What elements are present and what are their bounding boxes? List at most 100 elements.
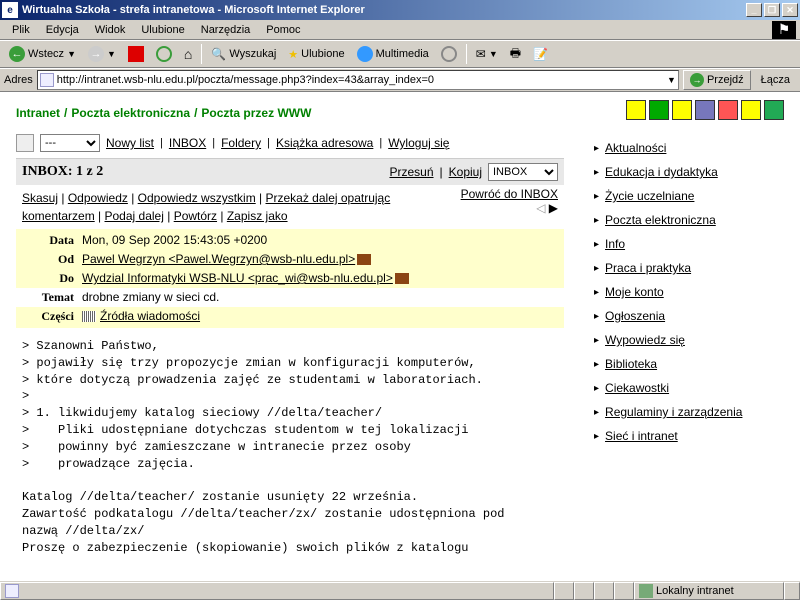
window-titlebar: e Wirtualna Szkoła - strefa intranetowa … bbox=[0, 0, 800, 20]
status-bar: Lokalny intranet bbox=[0, 580, 800, 600]
target-folder-select[interactable]: INBOX bbox=[488, 163, 558, 181]
save-link[interactable]: Zapisz jako bbox=[227, 209, 288, 223]
menu-help[interactable]: Pomoc bbox=[258, 22, 308, 38]
delete-link[interactable]: Skasuj bbox=[22, 191, 58, 205]
sidebar-item[interactable]: Moje konto bbox=[605, 285, 664, 299]
go-button[interactable]: →Przejdź bbox=[683, 70, 751, 90]
sidebar-item[interactable]: Praca i praktyka bbox=[605, 261, 691, 275]
compose-icon[interactable] bbox=[16, 134, 34, 152]
icon-1[interactable] bbox=[626, 100, 646, 120]
status-cell bbox=[614, 582, 634, 600]
top-icon-row bbox=[626, 100, 784, 120]
addressbook-icon[interactable] bbox=[357, 254, 371, 265]
bullet-icon: ▸ bbox=[594, 431, 599, 442]
status-cell bbox=[554, 582, 574, 600]
bullet-icon: ▸ bbox=[594, 407, 599, 418]
refresh-button[interactable] bbox=[151, 43, 177, 65]
minimize-button[interactable]: _ bbox=[746, 3, 762, 17]
edit-button[interactable]: 📝 bbox=[528, 43, 553, 65]
repeat-link[interactable]: Powtórz bbox=[174, 209, 217, 223]
sidebar: ▸ Aktualności ▸ Edukacja i dydaktyka ▸ Życi… bbox=[594, 128, 784, 566]
inbox-header: INBOX: 1 z 2 Przesuń| Kopiuj INBOX bbox=[16, 159, 564, 185]
links-label[interactable]: Łącza bbox=[755, 74, 796, 86]
from-label: Od bbox=[22, 252, 82, 267]
sidebar-item[interactable]: Edukacja i dydaktyka bbox=[605, 165, 718, 179]
message-headers: DataMon, 09 Sep 2002 15:43:05 +0200 OdPa… bbox=[16, 229, 564, 328]
icon-5[interactable] bbox=[718, 100, 738, 120]
prev-arrow-icon[interactable]: ◁ bbox=[536, 201, 545, 215]
ie-flag-icon: ⚑ bbox=[772, 21, 796, 39]
reply-link[interactable]: Odpowiedz bbox=[68, 191, 128, 205]
message-actions: Skasuj | Odpowiedz | Odpowiedz wszystkim… bbox=[16, 185, 454, 229]
logout-link[interactable]: Wyloguj się bbox=[388, 136, 449, 150]
icon-6[interactable] bbox=[741, 100, 761, 120]
sidebar-item[interactable]: Poczta elektroniczna bbox=[605, 213, 716, 227]
sidebar-item[interactable]: Info bbox=[605, 237, 625, 251]
sidebar-item[interactable]: Biblioteka bbox=[605, 357, 657, 371]
to-value[interactable]: Wydzial Informatyki WSB-NLU <prac_wi@wsb… bbox=[82, 271, 393, 285]
sidebar-item[interactable]: Regulaminy i zarządzenia bbox=[605, 405, 742, 419]
bullet-icon: ▸ bbox=[594, 287, 599, 298]
address-dropdown-icon[interactable]: ▼ bbox=[667, 75, 676, 85]
bullet-icon: ▸ bbox=[594, 143, 599, 154]
home-icon[interactable] bbox=[764, 100, 784, 120]
message-body: > Szanowni Państwo, > pojawiły się trzy … bbox=[16, 328, 564, 566]
folders-link[interactable]: Foldery bbox=[221, 136, 261, 150]
sidebar-item[interactable]: Ogłoszenia bbox=[605, 309, 665, 323]
bullet-icon: ▸ bbox=[594, 215, 599, 226]
forward-button[interactable]: →▼ bbox=[83, 43, 121, 65]
menu-view[interactable]: Widok bbox=[87, 22, 134, 38]
back-button[interactable]: ←Wstecz▼ bbox=[4, 43, 81, 65]
history-button[interactable] bbox=[436, 43, 462, 65]
source-link[interactable]: Źródła wiadomości bbox=[100, 309, 200, 323]
bullet-icon: ▸ bbox=[594, 359, 599, 370]
sidebar-item[interactable]: Wypowiedz się bbox=[605, 333, 685, 347]
page-icon bbox=[40, 73, 54, 87]
address-input[interactable]: http://intranet.wsb-nlu.edu.pl/poczta/me… bbox=[37, 70, 679, 90]
icon-2[interactable] bbox=[649, 100, 669, 120]
media-button[interactable]: Multimedia bbox=[352, 43, 434, 65]
icon-3[interactable] bbox=[672, 100, 692, 120]
return-inbox-link[interactable]: Powróć do INBOX bbox=[461, 187, 558, 201]
pass-link[interactable]: Podaj dalej bbox=[105, 209, 164, 223]
inbox-link[interactable]: INBOX bbox=[169, 136, 206, 150]
favorites-button[interactable]: ★Ulubione bbox=[283, 43, 349, 65]
crumb-intranet[interactable]: Intranet bbox=[16, 106, 60, 120]
icon-4[interactable] bbox=[695, 100, 715, 120]
menu-edit[interactable]: Edycja bbox=[38, 22, 87, 38]
from-value[interactable]: Pawel Wegrzyn <Pawel.Wegrzyn@wsb-nlu.edu… bbox=[82, 252, 355, 266]
restore-button[interactable]: ❐ bbox=[764, 3, 780, 17]
mail-button[interactable]: ✉▼ bbox=[471, 43, 503, 65]
addressbook-icon[interactable] bbox=[395, 273, 409, 284]
menu-tools[interactable]: Narzędzia bbox=[193, 22, 259, 38]
move-link[interactable]: Przesuń bbox=[389, 165, 433, 179]
parts-label: Części bbox=[22, 309, 82, 324]
home-button[interactable]: ⌂ bbox=[179, 43, 197, 65]
sidebar-item[interactable]: Ciekawostki bbox=[605, 381, 669, 395]
crumb-mail[interactable]: Poczta elektroniczna bbox=[71, 106, 190, 120]
bullet-icon: ▸ bbox=[594, 191, 599, 202]
security-zone: Lokalny intranet bbox=[634, 582, 784, 600]
address-bar: Adres http://intranet.wsb-nlu.edu.pl/poc… bbox=[0, 68, 800, 92]
mail-panel: --- Nowy list| INBOX| Foldery| Książka a… bbox=[16, 128, 594, 566]
new-mail-link[interactable]: Nowy list bbox=[106, 136, 154, 150]
close-button[interactable]: ✕ bbox=[782, 3, 798, 17]
folder-select[interactable]: --- bbox=[40, 134, 100, 152]
crumb-webmail[interactable]: Poczta przez WWW bbox=[201, 106, 311, 120]
stop-button[interactable] bbox=[123, 43, 149, 65]
copy-link[interactable]: Kopiuj bbox=[449, 165, 482, 179]
search-button[interactable]: 🔍Wyszukaj bbox=[206, 43, 281, 65]
resize-grip[interactable] bbox=[784, 582, 800, 600]
next-arrow-icon[interactable]: ▶ bbox=[549, 201, 558, 215]
addressbook-link[interactable]: Książka adresowa bbox=[276, 136, 373, 150]
menu-file[interactable]: Plik bbox=[4, 22, 38, 38]
sidebar-item[interactable]: Życie uczelniane bbox=[605, 189, 694, 203]
attachment-icon[interactable] bbox=[82, 311, 96, 322]
status-left bbox=[0, 582, 554, 600]
print-button[interactable]: 🖶 bbox=[505, 43, 526, 65]
sidebar-item[interactable]: Sieć i intranet bbox=[605, 429, 678, 443]
sidebar-item[interactable]: Aktualności bbox=[605, 141, 666, 155]
replyall-link[interactable]: Odpowiedz wszystkim bbox=[138, 191, 256, 205]
bullet-icon: ▸ bbox=[594, 335, 599, 346]
menu-favorites[interactable]: Ulubione bbox=[133, 22, 192, 38]
